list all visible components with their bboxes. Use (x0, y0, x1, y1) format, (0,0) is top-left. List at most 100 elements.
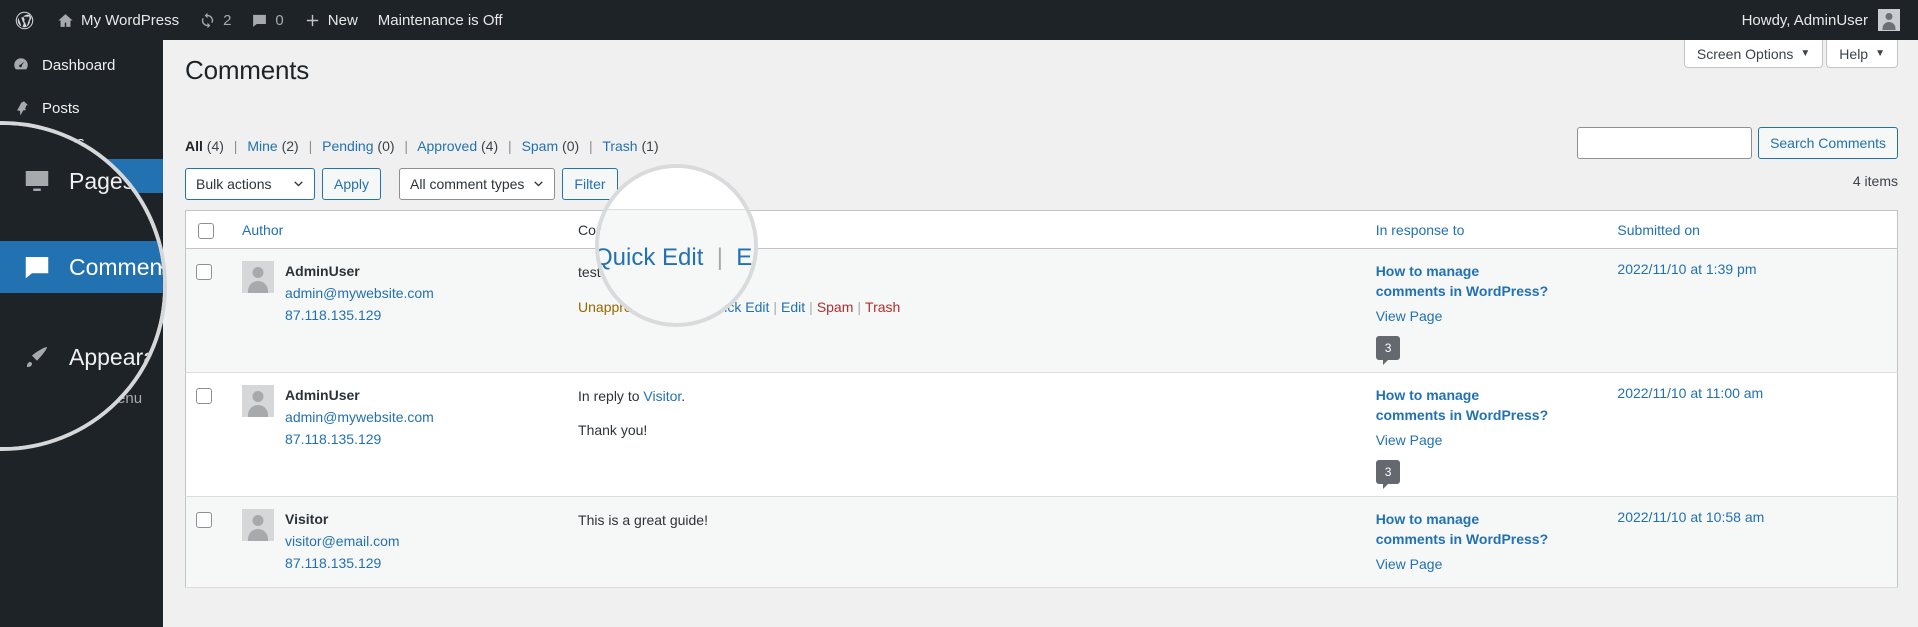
caret-down-icon: ▼ (1875, 48, 1885, 59)
comment-cell: This is a great guide! (568, 496, 1366, 588)
comment-date-link[interactable]: 2022/11/10 at 10:58 am (1617, 509, 1764, 525)
comments-menu[interactable]: 0 (241, 0, 293, 40)
author-email-link[interactable]: admin@mywebsite.com (285, 282, 434, 304)
row-checkbox[interactable] (196, 387, 212, 404)
select-all-checkbox[interactable] (198, 223, 214, 239)
sidebar-item-appearance[interactable]: Appearance (0, 193, 163, 227)
search-comments-button[interactable]: Search Comments (1758, 127, 1898, 159)
view-page-link[interactable]: View Page (1376, 553, 1598, 575)
sidebar-item-label: Maintenance (42, 355, 128, 373)
sidebar-item-dashboard[interactable]: Dashboard (0, 48, 163, 82)
sidebar-item-users[interactable]: Users (0, 236, 163, 270)
author-cell: Visitor visitor@email.com 87.118.135.129 (232, 496, 569, 588)
table-row: AdminUser admin@mywebsite.com 87.118.135… (185, 372, 1898, 497)
author-email-link[interactable]: visitor@email.com (285, 530, 400, 552)
author-ip-link[interactable]: 87.118.135.129 (285, 304, 434, 326)
sidebar-item-pages[interactable]: Pages (0, 125, 163, 159)
row-checkbox[interactable] (196, 264, 212, 280)
sidebar-item-posts[interactable]: Posts (0, 91, 163, 125)
filter-link-all[interactable]: All (185, 138, 203, 154)
avatar (242, 261, 275, 293)
filter-button[interactable]: Filter (562, 168, 618, 200)
sidebar-item-label: Pages (42, 133, 85, 151)
maintenance-status-label: Maintenance is Off (377, 11, 503, 29)
response-post-link[interactable]: How to manage comments in WordPress? (1376, 261, 1551, 302)
response-post-link[interactable]: How to manage comments in WordPress? (1376, 509, 1551, 550)
wordpress-logo-button[interactable] (0, 0, 47, 40)
collapse-menu-label: Collapse menu (42, 389, 143, 407)
sidebar-item-comments[interactable]: Comments (0, 159, 163, 193)
quick-edit-link[interactable]: Quick Edit (706, 299, 770, 315)
wrench-icon (11, 277, 31, 297)
sidebar-item-tools[interactable]: Tools (0, 270, 163, 304)
updates-menu[interactable]: 2 (189, 0, 241, 40)
filter-count-all: (4) (206, 138, 224, 154)
filter-link-pending[interactable]: Pending (322, 138, 373, 154)
reply-period: . (681, 387, 686, 404)
help-button[interactable]: Help ▼ (1826, 40, 1898, 68)
column-header-response: In response to (1365, 210, 1608, 249)
new-content-menu[interactable]: New (294, 0, 368, 40)
filter-link-trash[interactable]: Trash (602, 138, 637, 154)
edit-link[interactable]: Edit (781, 299, 805, 315)
column-sort-response[interactable]: In response to (1376, 222, 1465, 238)
view-page-link[interactable]: View Page (1376, 305, 1598, 327)
table-row: Visitor visitor@email.com 87.118.135.129… (185, 496, 1898, 588)
chevron-down-icon (292, 178, 305, 191)
filter-link-mine[interactable]: Mine (247, 138, 277, 154)
table-header-row: Author Comment In response to Submitted … (185, 210, 1898, 249)
date-cell: 2022/11/10 at 11:00 am (1607, 372, 1898, 497)
response-comment-count-badge[interactable]: 3 (1375, 335, 1401, 365)
unapprove-link[interactable]: Unapprove (578, 299, 647, 315)
comments-table: Author Comment In response to Submitted … (185, 210, 1898, 588)
apply-bulk-action-button[interactable]: Apply (322, 168, 382, 200)
trash-link[interactable]: Trash (865, 299, 900, 315)
admin-sidebar-menu: Dashboard Posts Pages Comments Appearanc… (0, 40, 163, 627)
comment-date-link[interactable]: 2022/11/10 at 11:00 am (1617, 385, 1763, 401)
row-select-cell (185, 496, 233, 588)
spam-link[interactable]: Spam (817, 299, 854, 315)
screen-options-button[interactable]: Screen Options ▼ (1683, 40, 1824, 68)
comment-text: test test (578, 264, 628, 280)
filter-link-approved[interactable]: Approved (417, 138, 477, 154)
view-page-link[interactable]: View Page (1376, 429, 1598, 451)
sidebar-item-label: Comments (42, 167, 115, 185)
column-sort-author[interactable]: Author (242, 222, 283, 238)
help-label: Help (1839, 45, 1869, 62)
sidebar-separator (0, 227, 163, 236)
bulk-actions-select[interactable]: Bulk actions (185, 168, 315, 200)
collapse-menu-button[interactable]: Collapse menu (0, 381, 163, 415)
filter-separator: | (589, 138, 593, 154)
reply-target-link[interactable]: Visitor (643, 388, 681, 404)
sidebar-item-maintenance[interactable]: Maintenance (0, 347, 163, 381)
maintenance-status-menu[interactable]: Maintenance is Off (368, 0, 513, 40)
sidebar-item-label: Settings (42, 312, 97, 330)
author-ip-link[interactable]: 87.118.135.129 (285, 552, 400, 574)
response-comment-count-badge[interactable]: 3 (1375, 459, 1401, 489)
updates-icon (199, 12, 216, 29)
search-input[interactable] (1577, 127, 1753, 159)
site-name-menu[interactable]: My WordPress (47, 0, 189, 40)
filter-link-spam[interactable]: Spam (522, 138, 559, 154)
bulk-actions-label: Bulk actions (196, 176, 272, 192)
author-cell: AdminUser admin@mywebsite.com 87.118.135… (232, 248, 569, 373)
filter-count-mine: (2) (281, 138, 299, 154)
comment-type-select[interactable]: All comment types (399, 168, 556, 200)
row-checkbox[interactable] (196, 511, 212, 528)
author-ip-link[interactable]: 87.118.135.129 (285, 428, 434, 450)
sidebar-item-settings[interactable]: Settings (0, 304, 163, 338)
response-post-link[interactable]: How to manage comments in WordPress? (1376, 385, 1551, 426)
author-email-link[interactable]: admin@mywebsite.com (285, 406, 434, 428)
filter-separator: | (233, 138, 238, 154)
comment-cell: In reply to Visitor. Thank you! (568, 372, 1366, 497)
account-menu[interactable]: Howdy, AdminUser (1742, 9, 1918, 31)
comments-table-body: AdminUser admin@mywebsite.com 87.118.135… (185, 248, 1898, 588)
screen-options-label: Screen Options (1696, 45, 1794, 62)
caret-down-icon: ▼ (1800, 48, 1811, 59)
comments-table-head: Author Comment In response to Submitted … (185, 210, 1898, 249)
column-header-author: Author (232, 210, 569, 249)
column-sort-date[interactable]: Submitted on (1617, 222, 1700, 238)
comment-date-link[interactable]: 2022/11/10 at 1:39 pm (1617, 261, 1756, 277)
site-name-label: My WordPress (81, 11, 180, 29)
reply-link[interactable]: Reply (658, 299, 694, 315)
